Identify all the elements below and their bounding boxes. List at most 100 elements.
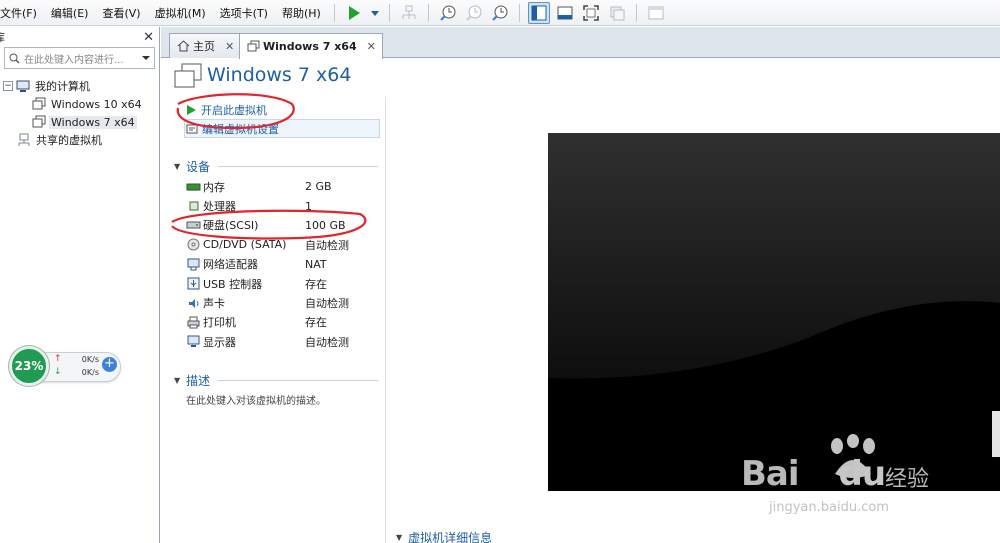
toolbar-separator bbox=[333, 3, 335, 22]
upload-rate: 0K/s bbox=[81, 355, 99, 364]
power-on-vm-link[interactable]: 开启此虚拟机 bbox=[184, 100, 380, 119]
tab-label: 主页 bbox=[193, 40, 215, 53]
chevron-down-icon[interactable] bbox=[142, 55, 150, 61]
collapse-arrow-icon: ▼ bbox=[174, 162, 181, 171]
fullscreen-button[interactable] bbox=[580, 2, 602, 24]
watermark-bai: Bai bbox=[741, 454, 800, 494]
device-name: 硬盘(SCSI) bbox=[203, 219, 259, 233]
tree-item-shared-vms[interactable]: 共享的虚拟机 bbox=[0, 131, 159, 149]
details-header-label: 虚拟机详细信息 bbox=[408, 531, 493, 543]
unity-button[interactable] bbox=[606, 2, 628, 24]
toolbar-separator bbox=[635, 3, 637, 22]
device-value: 自动检测 bbox=[305, 335, 349, 349]
device-name: 内存 bbox=[203, 180, 225, 194]
devices-section-header[interactable]: ▼ 设备 bbox=[174, 158, 378, 175]
tree-label: 我的计算机 bbox=[35, 80, 90, 93]
menu-vm[interactable]: 虚拟机(M) bbox=[148, 5, 213, 21]
snapshot-manager-button[interactable] bbox=[489, 2, 511, 24]
vm-large-icon bbox=[174, 63, 202, 88]
tab-windows-7-x64[interactable]: Windows 7 x64 ✕ bbox=[239, 33, 383, 59]
revert-snapshot-button[interactable] bbox=[463, 2, 485, 24]
add-icon[interactable]: + bbox=[102, 357, 117, 372]
tree-item-my-computer[interactable]: − 我的计算机 bbox=[0, 77, 159, 95]
device-row-usb[interactable]: USB 控制器 存在 bbox=[186, 274, 382, 293]
panel-divider bbox=[385, 97, 386, 543]
upload-arrow-icon: ↑ bbox=[54, 354, 62, 364]
menu-file[interactable]: 文件(F) bbox=[0, 5, 44, 21]
search-placeholder: 在此处键入内容进行... bbox=[24, 54, 124, 66]
snapshot-revert-icon bbox=[466, 5, 482, 21]
console-view-button[interactable] bbox=[554, 2, 576, 24]
description-input[interactable]: 在此处键入对该虚拟机的描述。 bbox=[186, 392, 326, 407]
devices-header-label: 设备 bbox=[186, 160, 211, 174]
tab-strip: 主页 ✕ Windows 7 x64 ✕ bbox=[161, 27, 1000, 59]
device-row-cpu[interactable]: 处理器 1 bbox=[186, 196, 382, 215]
watermark-logo-text: Bai du bbox=[741, 454, 887, 494]
tree-item-vm[interactable]: Windows 10 x64 bbox=[0, 95, 159, 113]
close-icon[interactable]: ✕ bbox=[143, 30, 154, 45]
menu-help[interactable]: 帮助(H) bbox=[275, 5, 328, 21]
toolbar-separator bbox=[518, 3, 520, 22]
device-row-sound[interactable]: 声卡 自动检测 bbox=[186, 293, 382, 312]
device-name: 网络适配器 bbox=[203, 258, 258, 272]
thumbnail-bar-button[interactable] bbox=[645, 2, 667, 24]
show-library-button[interactable] bbox=[527, 1, 550, 24]
collapse-icon[interactable]: − bbox=[3, 81, 13, 91]
close-icon[interactable]: ✕ bbox=[225, 40, 234, 53]
device-value: 自动检测 bbox=[305, 238, 349, 252]
device-name: CD/DVD (SATA) bbox=[203, 238, 287, 252]
toolbar-separator bbox=[427, 3, 429, 22]
device-value: 自动检测 bbox=[305, 297, 349, 311]
description-section-header[interactable]: ▼ 描述 bbox=[174, 372, 378, 389]
device-row-cd-dvd[interactable]: CD/DVD (SATA) 自动检测 bbox=[186, 235, 382, 254]
network-meter-widget[interactable]: 23% ↑ ↓ 0K/s 0K/s + bbox=[9, 346, 121, 386]
device-row-network[interactable]: 网络适配器 NAT bbox=[186, 255, 382, 274]
take-snapshot-button[interactable] bbox=[437, 2, 459, 24]
tree-item-vm[interactable]: Windows 7 x64 bbox=[0, 113, 159, 131]
send-ctrl-alt-del-button[interactable] bbox=[398, 2, 420, 24]
section-rule bbox=[218, 166, 378, 167]
edit-vm-settings-link[interactable]: 编辑虚拟机设置 bbox=[184, 119, 380, 138]
menu-tabs[interactable]: 选项卡(T) bbox=[213, 5, 275, 21]
fullscreen-icon bbox=[583, 4, 599, 21]
menu-bar: 文件(F) 编辑(E) 查看(V) 虚拟机(M) 选项卡(T) 帮助(H) bbox=[0, 0, 1000, 26]
tab-home[interactable]: 主页 ✕ bbox=[169, 33, 242, 58]
library-search-input[interactable]: 在此处键入内容进行... bbox=[4, 47, 155, 69]
cd-dvd-icon bbox=[186, 238, 201, 252]
library-panel: 库 ✕ 在此处键入内容进行... − 我的计算机 Windows 10 x64 … bbox=[0, 27, 160, 543]
play-icon bbox=[348, 5, 360, 20]
device-list: 内存 2 GB 处理器 1 硬盘(SCSI) 100 GB CD/DVD (SA… bbox=[186, 177, 382, 352]
display-icon bbox=[186, 335, 201, 349]
watermark-du: du bbox=[838, 454, 887, 494]
sound-card-icon bbox=[186, 296, 201, 310]
vm-icon bbox=[32, 115, 46, 129]
device-row-display[interactable]: 显示器 自动检测 bbox=[186, 332, 382, 351]
collapse-arrow-icon: ▼ bbox=[396, 533, 403, 542]
device-name: 显示器 bbox=[203, 335, 236, 349]
cpu-icon bbox=[186, 199, 201, 213]
vm-icon bbox=[32, 97, 46, 111]
power-dropdown-button[interactable] bbox=[369, 2, 381, 24]
library-header: 库 ✕ bbox=[0, 27, 159, 47]
device-row-printer[interactable]: 打印机 存在 bbox=[186, 313, 382, 332]
home-icon bbox=[176, 39, 190, 53]
play-icon bbox=[184, 103, 198, 117]
device-row-memory[interactable]: 内存 2 GB bbox=[186, 177, 382, 196]
dropdown-arrow-icon bbox=[370, 10, 379, 16]
vm-details-section-header[interactable]: ▼ 虚拟机详细信息 bbox=[396, 529, 492, 543]
power-on-button[interactable] bbox=[343, 2, 365, 24]
network-adapter-icon bbox=[186, 257, 201, 271]
menu-view[interactable]: 查看(V) bbox=[95, 5, 147, 21]
device-name: 声卡 bbox=[203, 297, 225, 311]
device-row-hard-disk[interactable]: 硬盘(SCSI) 100 GB bbox=[186, 216, 382, 235]
shared-vm-icon bbox=[17, 133, 31, 147]
menu-edit[interactable]: 编辑(E) bbox=[44, 5, 96, 21]
device-value: 1 bbox=[305, 199, 312, 213]
computer-icon bbox=[16, 79, 30, 93]
close-icon[interactable]: ✕ bbox=[367, 40, 376, 53]
tree-label: Windows 7 x64 bbox=[49, 115, 137, 129]
snapshot-manager-icon bbox=[492, 5, 508, 21]
vm-header: Windows 7 x64 bbox=[166, 59, 1000, 97]
baidu-jingyan-watermark: Bai du 经验 jingyan.baidu.com bbox=[735, 434, 955, 534]
collapse-arrow-icon: ▼ bbox=[174, 376, 181, 385]
